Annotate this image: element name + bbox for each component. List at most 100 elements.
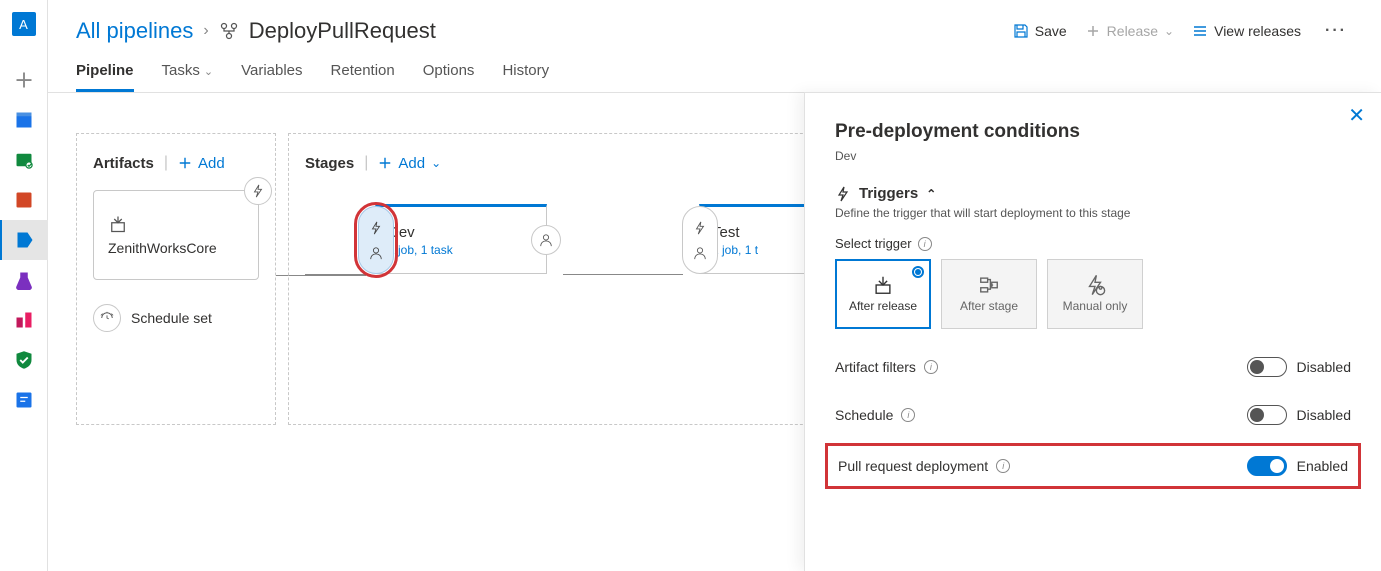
- pipelines-icon[interactable]: [0, 220, 48, 260]
- lightning-icon: [693, 221, 707, 235]
- person-icon: [539, 233, 553, 247]
- manual-icon: [1084, 274, 1106, 296]
- info-icon[interactable]: i: [996, 459, 1010, 473]
- chevron-down-icon: ⌄: [431, 156, 441, 170]
- plus-icon: [1085, 23, 1101, 39]
- tab-pipeline[interactable]: Pipeline: [76, 62, 134, 92]
- pipeline-name[interactable]: DeployPullRequest: [249, 18, 436, 44]
- artifacts-title: Artifacts: [93, 155, 154, 172]
- info-icon[interactable]: i: [901, 408, 915, 422]
- trigger-options: After release After stage Manual only: [835, 259, 1351, 329]
- artifact-trigger-button[interactable]: [244, 177, 272, 205]
- ppt-icon[interactable]: [0, 180, 48, 220]
- stage-subtitle[interactable]: 1 job, 1 t: [712, 243, 758, 257]
- schedule-label: Schedule: [835, 407, 893, 423]
- tab-history[interactable]: History: [502, 62, 549, 92]
- artifact-card[interactable]: ZenithWorksCore: [93, 190, 259, 280]
- view-releases-button[interactable]: View releases: [1192, 23, 1301, 39]
- schedule-toggle[interactable]: [1247, 405, 1287, 425]
- select-trigger-label: Select trigger: [835, 236, 912, 251]
- lightning-icon: [369, 221, 383, 235]
- artifact-filters-row: Artifact filters i Disabled: [835, 357, 1351, 377]
- add-label: Add: [398, 155, 425, 172]
- breadcrumb-sep: ›: [203, 22, 208, 40]
- schedule-row[interactable]: Schedule set: [93, 304, 259, 332]
- toggle-state: Disabled: [1297, 407, 1351, 423]
- artifact-name: ZenithWorksCore: [108, 240, 244, 256]
- trigger-label: Manual only: [1063, 300, 1128, 313]
- panel-title: Pre-deployment conditions: [835, 121, 1351, 143]
- tab-tasks[interactable]: Tasks⌄: [162, 62, 214, 92]
- more-menu-button[interactable]: ···: [1319, 18, 1353, 44]
- divider: |: [364, 154, 368, 172]
- triggers-section-header[interactable]: Triggers ⌃: [835, 185, 1351, 202]
- shield-icon[interactable]: [0, 340, 48, 380]
- tab-options[interactable]: Options: [423, 62, 475, 92]
- boards-icon[interactable]: [0, 100, 48, 140]
- info-icon[interactable]: i: [924, 360, 938, 374]
- trigger-after-release[interactable]: After release: [835, 259, 931, 329]
- add-icon[interactable]: [0, 60, 48, 100]
- artifact-filters-toggle[interactable]: [1247, 357, 1287, 377]
- header-row: All pipelines › DeployPullRequest Save R…: [48, 0, 1381, 50]
- list-icon: [1192, 23, 1208, 39]
- save-label: Save: [1035, 23, 1067, 39]
- stage-subtitle[interactable]: 1 job, 1 task: [388, 243, 453, 257]
- stage-name: Dev: [388, 224, 453, 241]
- trigger-manual-only[interactable]: Manual only: [1047, 259, 1143, 329]
- ext-icon[interactable]: [0, 380, 48, 420]
- radio-selected-icon: [912, 266, 924, 278]
- info-icon[interactable]: i: [918, 237, 932, 251]
- pr-deployment-toggle[interactable]: [1247, 456, 1287, 476]
- add-artifact-button[interactable]: Add: [178, 155, 225, 172]
- triggers-label: Triggers: [859, 185, 918, 202]
- stages-title: Stages: [305, 155, 354, 172]
- person-icon: [369, 246, 383, 260]
- build-icon: [872, 274, 894, 296]
- lightning-icon: [835, 186, 851, 202]
- trigger-label: After stage: [960, 300, 1018, 313]
- pre-deployment-button-dev[interactable]: [358, 206, 394, 274]
- stage-dev[interactable]: Dev 1 job, 1 task: [375, 204, 547, 274]
- pre-deployment-panel: ✕ Pre-deployment conditions Dev Triggers…: [804, 92, 1381, 571]
- lightning-icon: [251, 184, 265, 198]
- plus-icon: [378, 156, 392, 170]
- toggle-state: Enabled: [1297, 458, 1348, 474]
- tab-variables[interactable]: Variables: [241, 62, 302, 92]
- left-nav-rail: A: [0, 0, 48, 571]
- person-icon: [693, 246, 707, 260]
- stages-icon: [978, 274, 1000, 296]
- tabs: Pipeline Tasks⌄ Variables Retention Opti…: [48, 50, 1381, 93]
- chevron-up-icon: ⌃: [926, 187, 936, 201]
- connector: [563, 274, 683, 275]
- stages-box: Stages | Add ⌄ Dev: [288, 133, 838, 425]
- pre-deployment-button-test[interactable]: [682, 206, 718, 274]
- add-label: Add: [198, 155, 225, 172]
- view-releases-label: View releases: [1214, 23, 1301, 39]
- trigger-after-stage[interactable]: After stage: [941, 259, 1037, 329]
- artifacts-feed-icon[interactable]: [0, 300, 48, 340]
- divider: |: [164, 154, 168, 172]
- trigger-label: After release: [849, 300, 917, 313]
- testplans-icon[interactable]: [0, 260, 48, 300]
- close-button[interactable]: ✕: [1348, 103, 1365, 128]
- schedule-label: Schedule set: [131, 310, 212, 326]
- build-icon: [108, 214, 128, 234]
- tab-retention[interactable]: Retention: [331, 62, 395, 92]
- pr-deployment-label: Pull request deployment: [838, 458, 988, 474]
- release-icon: [219, 21, 239, 41]
- save-button[interactable]: Save: [1013, 23, 1067, 39]
- triggers-desc: Define the trigger that will start deplo…: [835, 206, 1351, 220]
- stage-name: Test: [712, 224, 758, 241]
- pr-deployment-highlighted: Pull request deployment i Enabled: [825, 443, 1361, 489]
- artifacts-box: Artifacts | Add ZenithWorksCore Schedule…: [76, 133, 276, 425]
- add-stage-button[interactable]: Add ⌄: [378, 155, 441, 172]
- tab-tasks-label: Tasks: [162, 62, 200, 79]
- release-label: Release: [1107, 23, 1158, 39]
- avatar[interactable]: A: [12, 12, 36, 36]
- post-deployment-button-dev[interactable]: [531, 225, 561, 255]
- repos-icon[interactable]: [0, 140, 48, 180]
- panel-stage-name: Dev: [835, 149, 1351, 163]
- artifact-filters-label: Artifact filters: [835, 359, 916, 375]
- breadcrumb-root[interactable]: All pipelines: [76, 18, 193, 44]
